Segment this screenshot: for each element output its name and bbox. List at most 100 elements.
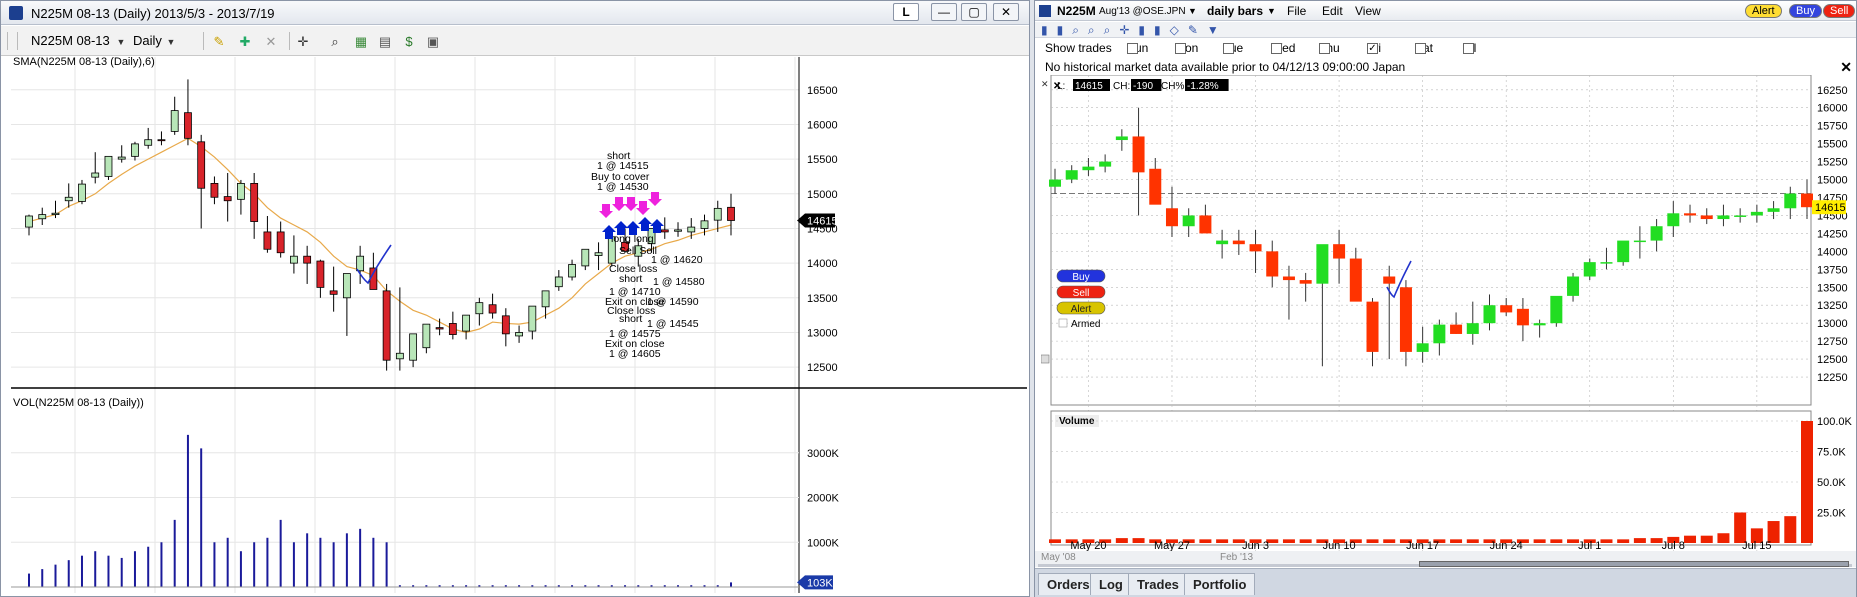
candlestick[interactable]	[1633, 240, 1646, 243]
candlestick[interactable]	[713, 207, 722, 221]
candlestick[interactable]	[1483, 305, 1496, 324]
candlestick[interactable]	[1299, 280, 1312, 284]
candlestick[interactable]	[1149, 168, 1162, 205]
candlestick[interactable]	[1550, 295, 1563, 324]
candlestick[interactable]	[1650, 226, 1663, 241]
crosshair-icon[interactable]: ✛	[295, 34, 311, 50]
dollar-icon[interactable]: $	[401, 34, 417, 50]
day-filter-sun[interactable]: Sun	[1127, 41, 1148, 55]
alert-button[interactable]: Alert	[1745, 4, 1782, 18]
candlestick[interactable]	[329, 290, 338, 295]
candlestick[interactable]	[25, 215, 33, 228]
candlestick[interactable]	[422, 323, 431, 349]
tab-portfolio[interactable]: Portfolio	[1184, 573, 1256, 595]
zoom-icon[interactable]: ⌕	[327, 34, 343, 50]
candlestick[interactable]	[316, 260, 325, 288]
candlestick[interactable]	[1801, 193, 1813, 208]
candlestick[interactable]	[687, 226, 696, 233]
candlestick[interactable]	[1165, 208, 1178, 227]
candlestick[interactable]	[1366, 301, 1379, 352]
period-dropdown-icon[interactable]: ▼	[1267, 6, 1276, 16]
chart-type-icon[interactable]: ▤	[377, 34, 393, 50]
candlestick[interactable]	[1049, 179, 1061, 187]
period-selector[interactable]: Daily	[133, 33, 162, 48]
candlestick[interactable]	[700, 220, 709, 229]
candlestick[interactable]	[581, 248, 590, 267]
candlestick[interactable]	[1115, 136, 1128, 141]
pencil-icon[interactable]: ✎	[211, 34, 227, 50]
left-window-titlebar[interactable]: N225M 08-13 (Daily) 2013/5/3 - 2013/7/19…	[1, 1, 1029, 25]
layout-icon[interactable]: ▦	[353, 34, 369, 50]
candlestick[interactable]	[554, 276, 563, 288]
candlestick[interactable]	[1199, 215, 1212, 234]
tab-log[interactable]: Log	[1090, 573, 1132, 595]
candlestick[interactable]	[409, 333, 418, 361]
candlestick[interactable]	[501, 315, 510, 335]
buy-button[interactable]: Buy	[1789, 4, 1822, 18]
candlestick[interactable]	[1333, 244, 1346, 259]
checkbox[interactable]	[1175, 43, 1186, 54]
candlestick[interactable]	[515, 332, 523, 337]
candlestick[interactable]	[131, 143, 139, 157]
day-filter-wed[interactable]: Wed	[1271, 41, 1295, 55]
checkbox[interactable]	[1415, 43, 1426, 54]
candlestick[interactable]	[51, 212, 60, 215]
candlestick[interactable]	[435, 327, 444, 330]
candlestick[interactable]	[303, 255, 312, 264]
candlestick[interactable]	[144, 139, 153, 146]
candlestick[interactable]	[1132, 136, 1145, 173]
candlestick[interactable]	[1249, 244, 1262, 252]
candlestick[interactable]	[38, 214, 47, 220]
candlestick[interactable]	[488, 304, 497, 314]
nav-thumb[interactable]	[1419, 561, 1849, 567]
close-panel-icon[interactable]: ✕	[1840, 59, 1852, 76]
day-filter-sat[interactable]: Sat	[1415, 41, 1433, 55]
candlestick[interactable]	[475, 302, 484, 315]
candlestick[interactable]	[342, 273, 351, 299]
symbol-dropdown-icon[interactable]: ▼	[113, 34, 129, 50]
candlestick[interactable]	[1516, 308, 1529, 326]
minimize-icon[interactable]: —	[931, 3, 957, 21]
candlestick[interactable]	[1734, 215, 1747, 217]
candlestick[interactable]	[528, 305, 537, 332]
candlestick[interactable]	[1266, 251, 1279, 277]
day-filter-all[interactable]: All	[1463, 41, 1476, 55]
period-selector[interactable]: daily bars	[1207, 4, 1263, 18]
expand-icon[interactable]	[1041, 354, 1050, 364]
day-filter-tue[interactable]: Tue	[1223, 41, 1243, 55]
candlestick[interactable]	[1500, 305, 1513, 313]
symbol-label[interactable]: N225M	[1057, 4, 1096, 18]
menu-view[interactable]: View	[1355, 4, 1381, 18]
candlestick[interactable]	[1316, 244, 1329, 284]
candlestick[interactable]	[197, 141, 206, 189]
candlestick[interactable]	[1600, 262, 1613, 264]
drawing-tools-icons[interactable]: ▮▮⌕⌕⌕✛▮▮◇✎▼	[1041, 23, 1228, 38]
candlestick[interactable]	[541, 290, 550, 308]
candlestick[interactable]	[1450, 324, 1463, 334]
candlestick[interactable]	[462, 314, 470, 332]
candlestick[interactable]	[1416, 343, 1429, 352]
candlestick[interactable]	[382, 290, 391, 361]
maximize-icon[interactable]: ▢	[961, 3, 987, 21]
candlestick[interactable]	[1433, 324, 1446, 344]
navigator-bar[interactable]: May '08 Feb '13	[1035, 551, 1856, 567]
symbol-selector[interactable]: N225M 08-13	[31, 33, 110, 48]
checkbox[interactable]: ✓	[1367, 43, 1378, 54]
collapse-icon[interactable]: ✕	[1041, 79, 1049, 89]
armed-checkbox[interactable]	[1058, 318, 1068, 328]
tab-trades[interactable]: Trades	[1128, 573, 1188, 595]
add-indicator-icon[interactable]: ✚	[237, 34, 253, 50]
candlestick[interactable]	[1182, 215, 1195, 227]
checkbox[interactable]	[1271, 43, 1282, 54]
checkbox[interactable]	[1463, 43, 1474, 54]
day-filter-mon[interactable]: Mon	[1175, 41, 1198, 55]
left-chart-svg[interactable]: 1650016000155001500014500140001350013000…	[11, 57, 1027, 593]
candlestick[interactable]	[64, 196, 73, 202]
day-filter-fri[interactable]: ✓Fri	[1367, 41, 1381, 55]
candlestick[interactable]	[223, 196, 232, 202]
close-icon[interactable]: ✕	[993, 3, 1019, 21]
candlestick[interactable]	[727, 206, 735, 221]
candlestick[interactable]	[660, 229, 669, 233]
candlestick[interactable]	[250, 183, 259, 222]
candlestick[interactable]	[78, 183, 86, 202]
